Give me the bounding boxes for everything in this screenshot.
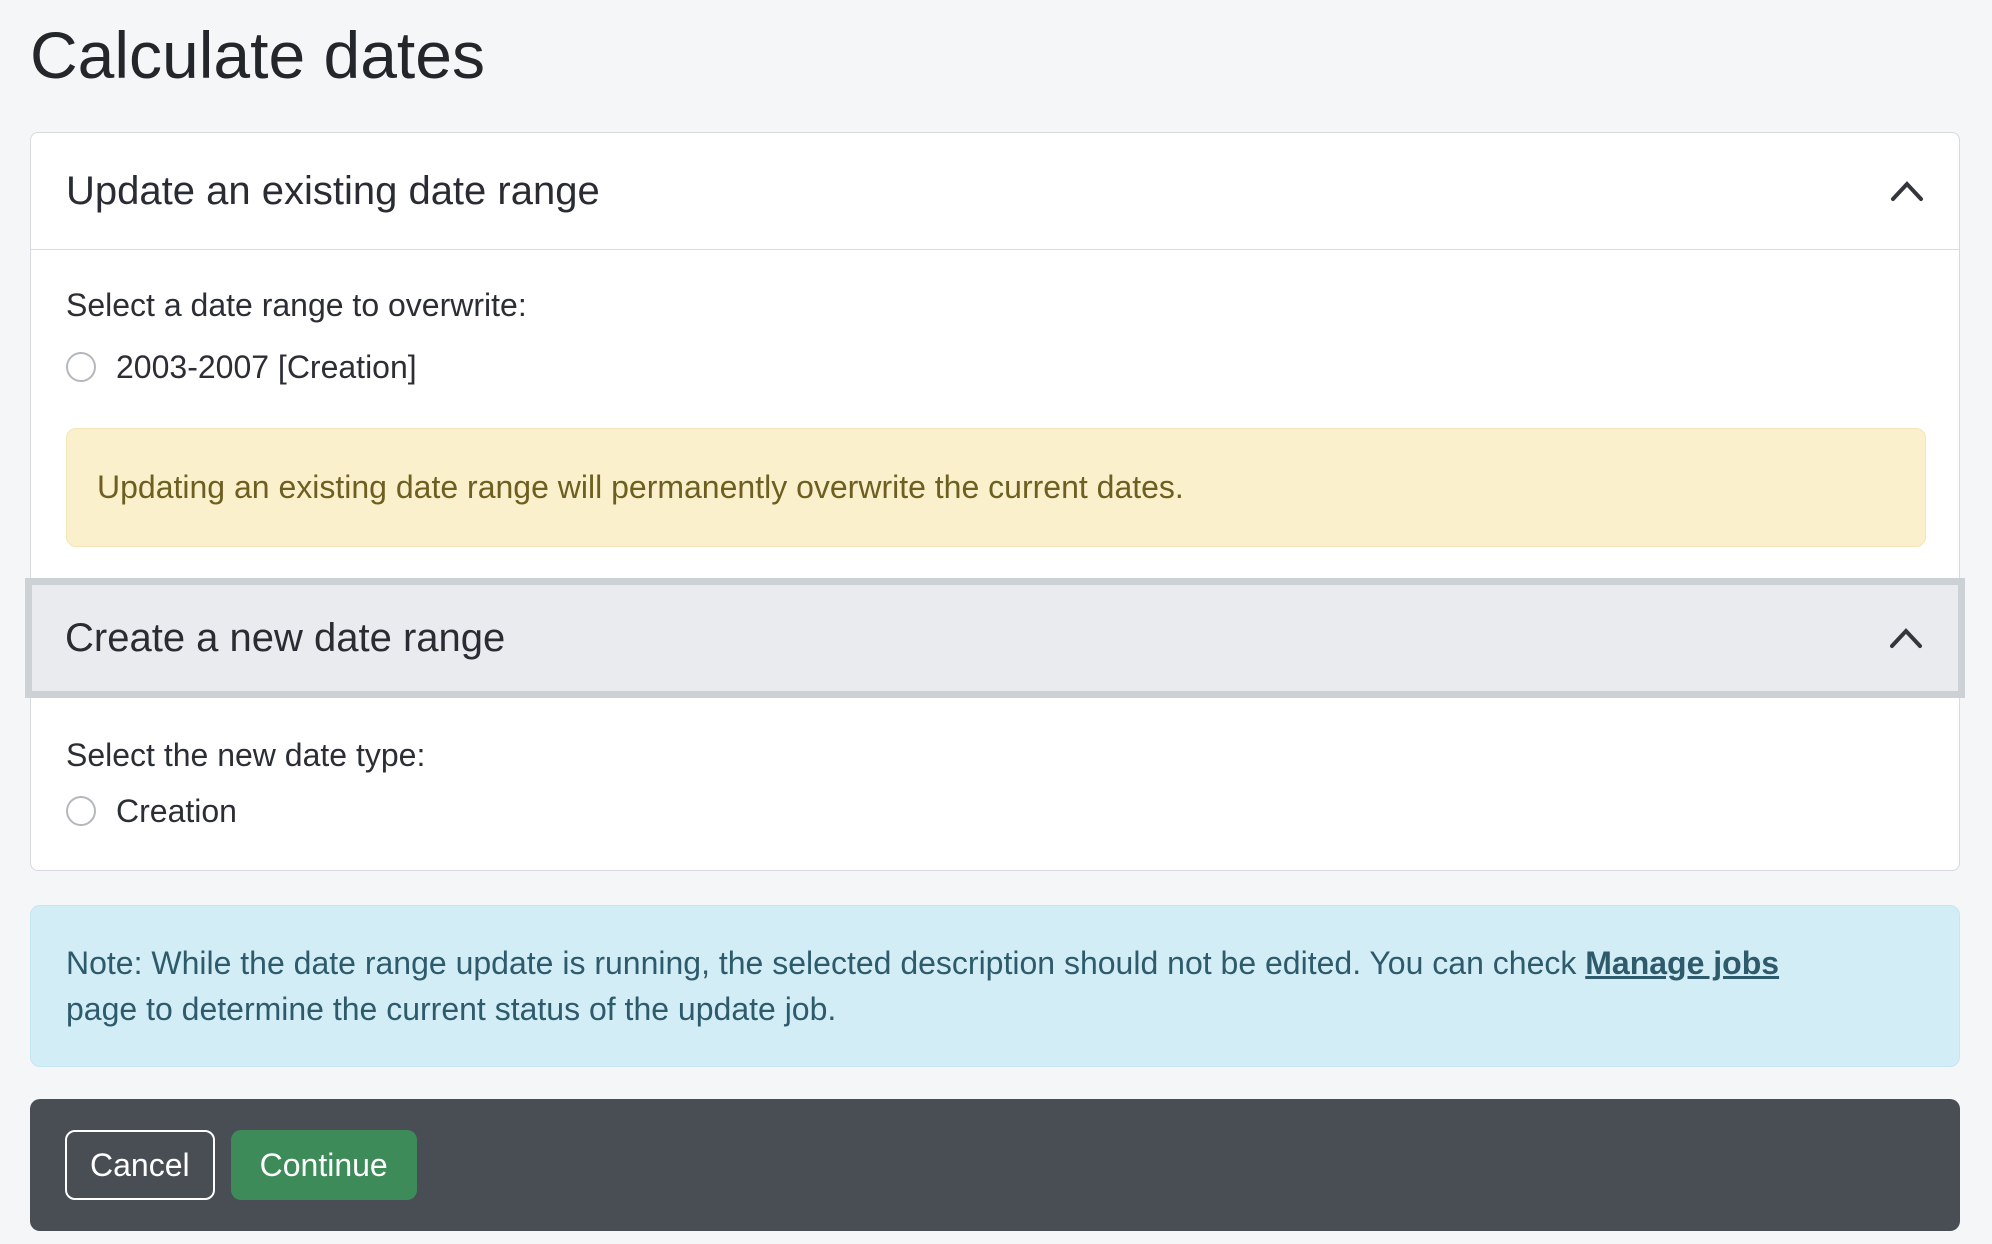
footer-action-bar: Cancel Continue xyxy=(30,1099,1960,1231)
section-title: Create a new date range xyxy=(65,616,505,661)
create-section-body: Select the new date type: Creation xyxy=(31,736,1959,870)
chevron-up-icon[interactable] xyxy=(1890,179,1924,203)
calculate-dates-page: Calculate dates Update an existing date … xyxy=(0,0,1992,1244)
section-title: Update an existing date range xyxy=(66,169,600,214)
date-range-prompt: Select a date range to overwrite: xyxy=(66,286,1926,324)
continue-button[interactable]: Continue xyxy=(231,1130,417,1200)
accordion-card: Update an existing date range Select a d… xyxy=(30,132,1960,871)
section-header-create-new[interactable]: Create a new date range xyxy=(25,578,1965,698)
date-range-option-row[interactable]: 2003-2007 [Creation] xyxy=(66,346,1926,388)
radio-date-range-2003-2007[interactable] xyxy=(66,352,96,382)
page-title: Calculate dates xyxy=(30,16,485,95)
page-content: Update an existing date range Select a d… xyxy=(30,132,1960,1231)
section-header-update-existing[interactable]: Update an existing date range xyxy=(31,133,1959,249)
section-divider xyxy=(31,249,1959,250)
chevron-up-icon[interactable] xyxy=(1889,626,1923,650)
update-section-body: Select a date range to overwrite: 2003-2… xyxy=(31,286,1959,547)
note-text-prefix: Note: While the date range update is run… xyxy=(66,945,1576,981)
cancel-button[interactable]: Cancel xyxy=(65,1130,215,1200)
radio-date-type-creation[interactable] xyxy=(66,796,96,826)
overwrite-warning-text: Updating an existing date range will per… xyxy=(97,469,1184,505)
date-type-option-row[interactable]: Creation xyxy=(66,790,1926,832)
manage-jobs-link[interactable]: Manage jobs xyxy=(1585,945,1779,981)
overwrite-warning-alert: Updating an existing date range will per… xyxy=(66,428,1926,547)
radio-label: 2003-2007 [Creation] xyxy=(116,349,417,386)
note-text-suffix: page to determine the current status of … xyxy=(66,991,836,1027)
job-status-note: Note: While the date range update is run… xyxy=(30,905,1960,1067)
radio-label: Creation xyxy=(116,793,237,830)
date-type-prompt: Select the new date type: xyxy=(66,736,1926,774)
